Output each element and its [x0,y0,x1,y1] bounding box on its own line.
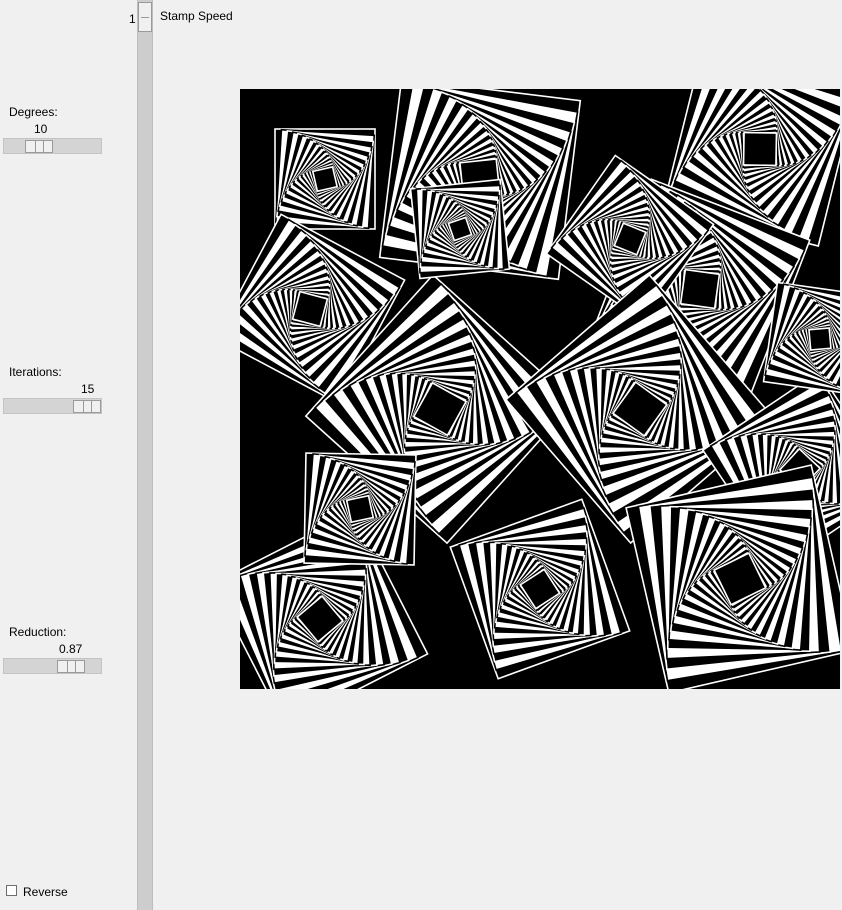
stamp-square [808,327,832,351]
iterations-label: Iterations: [9,365,62,379]
stamp-speed-slider[interactable] [137,0,153,910]
stamp-square [345,494,375,524]
degrees-thumb[interactable] [25,140,53,153]
reduction-slider[interactable] [3,658,102,674]
degrees-slider[interactable] [3,138,102,154]
stamp-speed-label: Stamp Speed [160,9,233,23]
reduction-thumb[interactable] [57,660,85,673]
stamp-square [679,268,721,310]
degrees-value: 10 [34,122,48,136]
stamp-square [311,165,339,193]
iterations-thumb[interactable] [73,400,101,413]
stamp-square [291,290,329,328]
reduction-label: Reduction: [9,625,67,639]
stamp-speed-thumb[interactable] [138,2,152,32]
iterations-value: 15 [81,382,95,396]
reverse-label[interactable]: Reverse [23,885,68,899]
stamp-square [742,131,778,167]
degrees-label: Degrees: [9,105,58,119]
stamp-speed-value: 1 [129,12,136,26]
fractal-canvas [240,89,840,689]
iterations-slider[interactable] [3,398,102,414]
reverse-checkbox[interactable] [6,885,17,896]
reduction-value: 0.87 [59,642,83,656]
